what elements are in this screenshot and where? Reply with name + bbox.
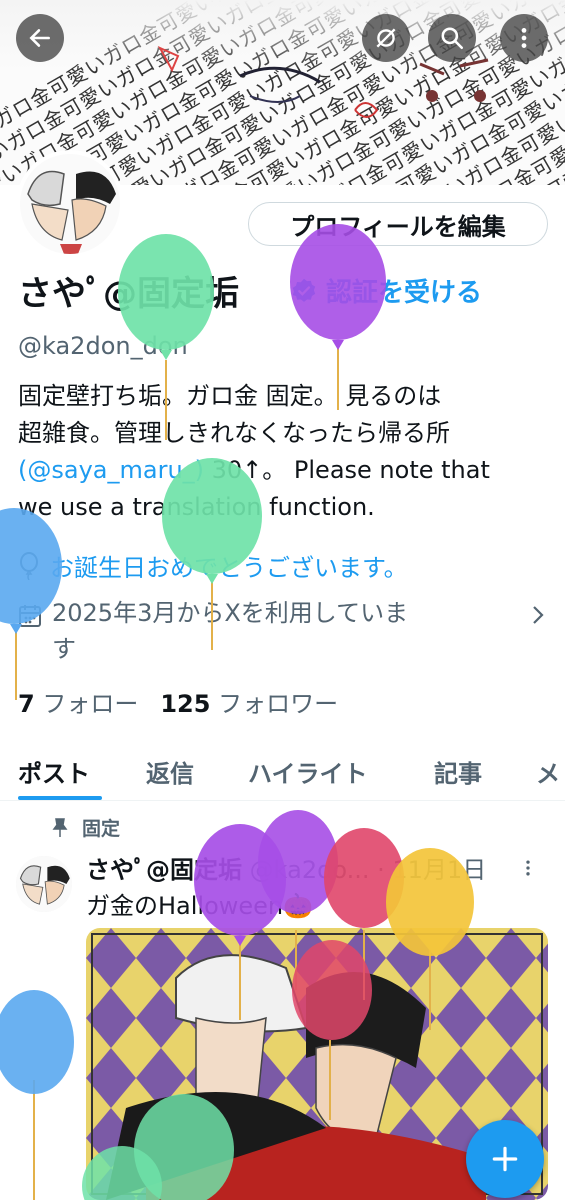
joined-text: 2025年3月からXを利用していま す [52,595,518,667]
back-button[interactable] [16,14,64,62]
followers-label: フォロワー [218,690,339,718]
post-avatar-illustration [16,856,72,912]
tab-posts[interactable]: ポスト [18,754,90,789]
back-arrow-icon [29,29,50,47]
bio-line: (@saya_maru_) 30↑。 Please note that [18,452,553,489]
following-label: フォロー [42,690,139,718]
hide-icon [376,28,396,48]
edit-profile-button[interactable]: プロフィールを編集 [248,202,548,246]
search-icon [441,27,464,50]
followers-count: 125 [160,690,211,718]
avatar-illustration [20,154,120,254]
follow-stats: 7 フォロー 125 フォロワー [18,684,338,719]
bio-line: 固定壁打ち垢。ガロ金 固定。 見るのは [18,382,442,410]
bio-line-rest: 30↑。 Please note that [204,456,490,484]
more-button[interactable] [500,14,548,62]
post-more-icon[interactable] [518,858,538,878]
profile-name: さやﾟ@固定垢 [18,274,239,314]
joined-line: 2025年3月からXを利用していま [52,599,409,627]
post-text: ガ金のHalloween🎃 [86,892,314,920]
compose-post-button[interactable] [466,1120,544,1198]
balloon [0,990,74,1200]
profile-bio: 固定壁打ち垢。ガロ金 固定。 見るのは 超雑食。管理しきれなくなったら帰る所 (… [18,378,553,526]
hide-button[interactable] [362,14,410,62]
followers-link[interactable]: 125 フォロワー [160,684,338,719]
verified-badge-icon [292,278,316,302]
birthday-row[interactable]: お誕生日おめでとうございます。 [18,548,408,583]
verify-label: 認証を受ける [326,278,483,308]
bio-line: 超雑食。管理しきれなくなったら帰る所 [18,419,450,447]
search-button[interactable] [428,14,476,62]
following-count: 7 [18,690,35,718]
post-header: さやﾟ@固定垢 @ka2do... · 11月1日 [86,850,546,885]
post-author-name[interactable]: さやﾟ@固定垢 [86,856,242,884]
pinned-label: 固定 [52,814,120,841]
pin-icon [52,817,68,837]
bio-line: we use a translation function. [18,493,375,521]
profile-handle: @ka2don_don [18,332,188,360]
post-separator: · [377,856,385,884]
balloon-icon [20,551,38,580]
profile-avatar[interactable] [16,150,124,258]
get-verified-link[interactable]: 認証を受ける [290,272,482,309]
more-icon [521,28,527,48]
plus-icon [492,1146,518,1172]
tab-media[interactable]: メ [536,754,560,789]
pinned-text: 固定 [82,818,121,840]
post-date[interactable]: 11月1日 [392,856,486,884]
post-avatar[interactable] [16,856,72,912]
active-tab-indicator [18,796,102,800]
profile-tabs: ポスト 返信 ハイライト 記事 メ [0,740,565,801]
tab-highlights[interactable]: ハイライト [248,754,368,789]
following-link[interactable]: 7 フォロー [18,684,138,719]
post-author-handle[interactable]: @ka2do... [250,856,370,884]
tab-replies[interactable]: 返信 [146,754,194,789]
tab-articles[interactable]: 記事 [434,754,482,789]
chevron-right-icon [533,606,544,624]
birthday-text: お誕生日おめでとうございます。 [50,554,408,582]
calendar-icon [19,605,41,627]
joined-row[interactable]: 2025年3月からXを利用していま す [18,595,548,667]
bio-mention-link[interactable]: (@saya_maru_) [18,456,204,484]
joined-line: す [52,635,76,663]
